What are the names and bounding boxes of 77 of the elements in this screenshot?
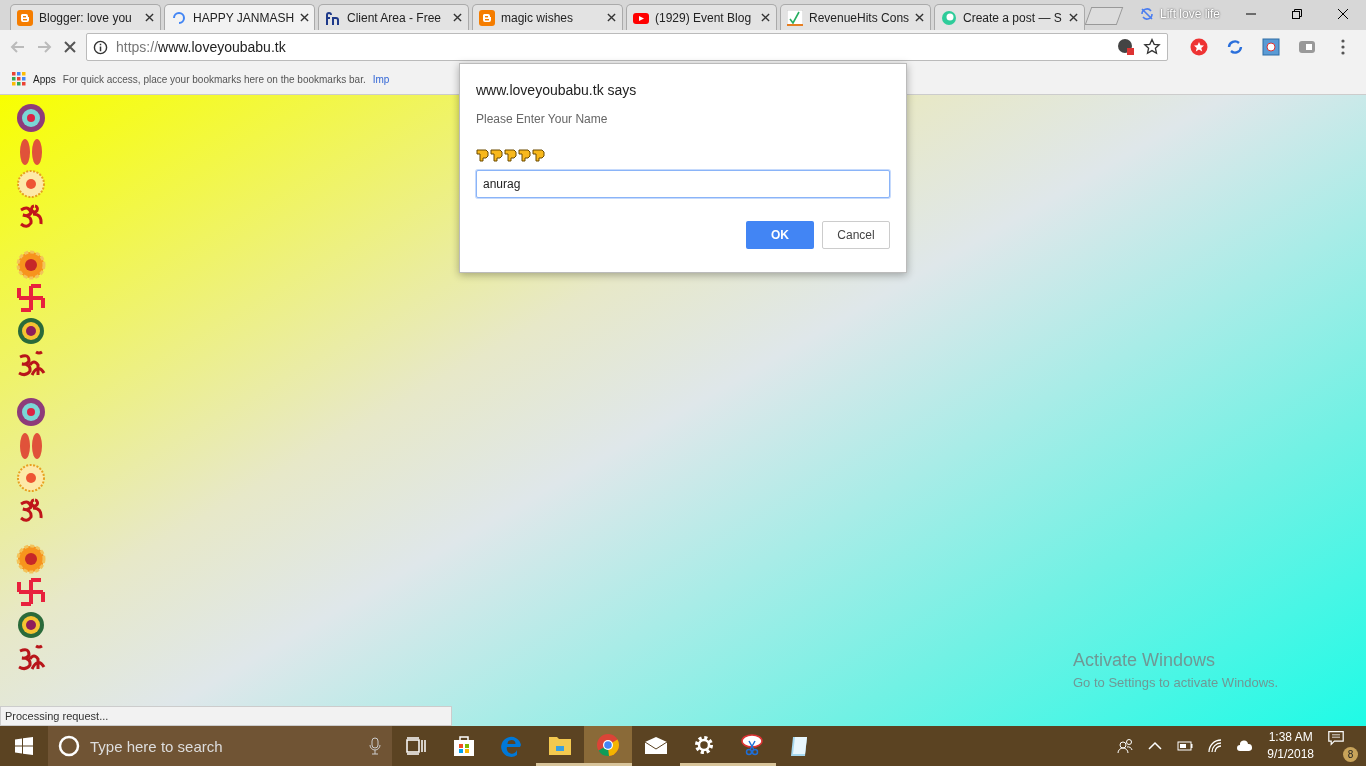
extension-icon[interactable] [1262,38,1280,56]
cancel-button[interactable]: Cancel [822,221,890,249]
scissors-icon [740,732,764,757]
star-icon[interactable] [1143,38,1161,56]
swastika-icon [16,577,46,607]
close-icon[interactable] [300,13,310,22]
mandala-icon [16,103,46,133]
taskbar-search-field[interactable]: Type here to search [48,726,392,766]
microphone-icon[interactable] [368,737,382,755]
chrome-icon [596,732,620,757]
browser-tab[interactable]: (1929) Event Blog [626,4,777,30]
flower-icon [16,250,46,280]
profile-name[interactable]: Lift love life [1160,7,1221,21]
wifi-icon[interactable] [1207,738,1224,754]
star-extension-icon[interactable] [1190,38,1208,56]
mandala-icon [16,397,46,427]
fn-logo-icon [325,9,341,26]
close-icon[interactable] [453,13,462,22]
dialog-title: www.loveyoubabu.tk says [476,82,638,98]
dialog-message: Please Enter Your Name [476,112,609,126]
bookmarks-hint: For quick access, place your bookmarks here on the bookmarks bar. [62,73,366,85]
browser-tab[interactable]: Client Area - Free [318,4,469,30]
activation-title: Activate Windows [1073,650,1217,671]
om-symbol-icon [16,349,46,379]
browser-tab[interactable]: HAPPY JANMASH [164,4,315,30]
activation-hint: Go to Settings to activate Windows. [1073,675,1279,690]
import-link[interactable]: Imp [372,73,390,85]
cloud-icon[interactable] [1237,738,1254,754]
action-center-button[interactable]: 8 [1328,730,1358,762]
swirl-icon [941,9,957,26]
battery-icon[interactable] [1177,738,1194,754]
pointing-hand-icon [532,148,545,162]
sync-arrows-icon[interactable] [1226,38,1244,56]
close-icon[interactable] [761,13,770,22]
windows-logo-icon [15,737,33,755]
apps-link[interactable]: Apps [33,73,56,85]
rangoli-icon [16,610,46,640]
address-bar[interactable]: https://www.loveyoubabu.tk [86,33,1168,61]
info-icon[interactable] [93,39,108,55]
blogger-icon [17,9,33,26]
edge-icon [500,734,524,758]
close-icon[interactable] [915,13,925,22]
chart-check-icon [787,9,803,26]
name-input-field[interactable]: anurag [476,170,890,198]
browser-tab[interactable]: magic wishes [472,4,623,30]
people-icon[interactable] [1117,738,1134,754]
status-bubble: Processing request... [0,706,452,726]
pointing-hand-icon [476,148,489,162]
swastika-icon [16,283,46,313]
flower-icon [16,544,46,574]
medallion-icon [16,169,46,199]
sync-icon [1140,7,1154,21]
rangoli-icon [16,316,46,346]
apps-grid-icon[interactable] [12,72,26,86]
task-view-icon[interactable] [406,737,426,755]
blogger-icon [479,9,495,26]
close-icon[interactable] [1069,13,1078,22]
notification-count: 8 [1343,747,1358,762]
om-symbol-icon [16,643,46,673]
medallion-icon [16,463,46,493]
ok-button[interactable]: OK [746,221,814,249]
pointing-hand-icon [490,148,503,162]
cortana-circle-icon [58,735,80,757]
blocked-cookie-icon[interactable] [1117,38,1135,56]
tag-icon[interactable] [1298,38,1316,56]
browser-tab[interactable]: Create a post — S [934,4,1085,30]
clock[interactable]: 1:38 AM 9/1/2018 [1267,729,1314,763]
message-icon [1328,730,1344,746]
store-bag-icon [452,734,476,758]
pointing-hand-icon [504,148,517,162]
pointing-hand-icon [518,148,531,162]
loading-spinner-icon [171,9,187,26]
url-text: https://www.loveyoubabu.tk [116,39,287,55]
browser-tab[interactable]: Blogger: love you [10,4,161,30]
close-icon[interactable] [145,13,154,22]
browser-tab[interactable]: RevenueHits Cons [780,4,931,30]
close-icon[interactable] [607,13,616,22]
